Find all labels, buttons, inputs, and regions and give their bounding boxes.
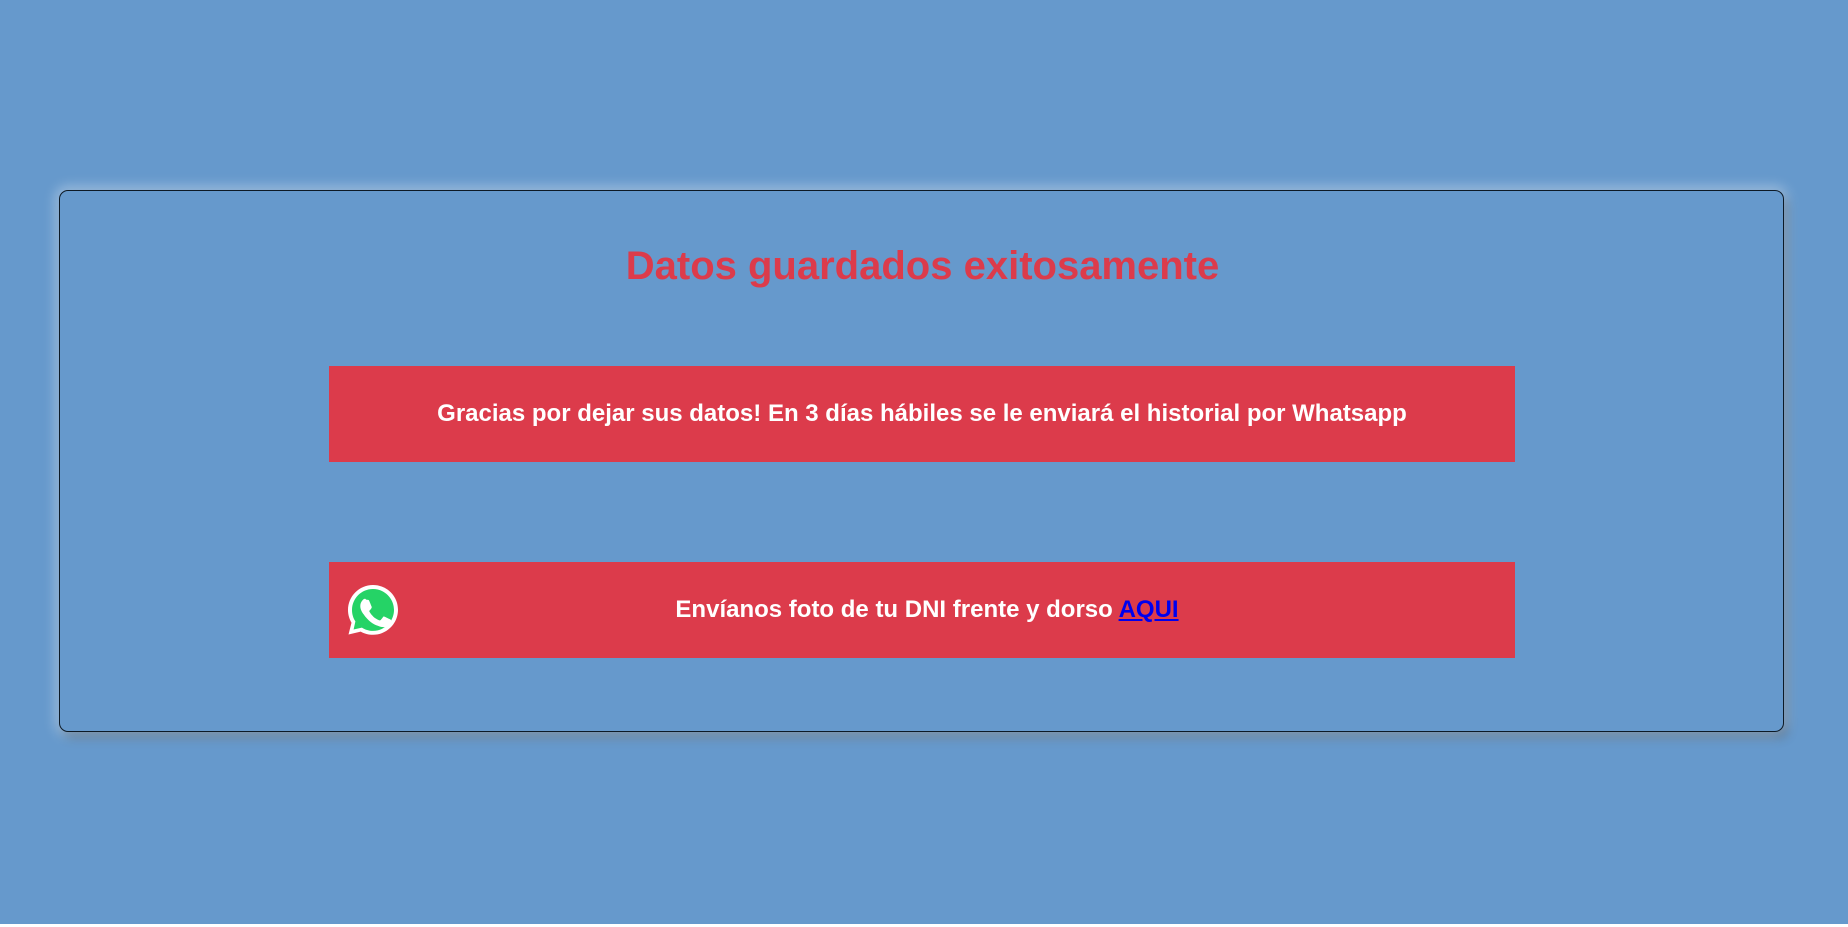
thanks-message: Gracias por dejar sus datos! En 3 días h… (437, 400, 1407, 427)
thanks-banner: Gracias por dejar sus datos! En 3 días h… (329, 366, 1515, 462)
dni-banner: Envíanos foto de tu DNI frente y dorso A… (329, 562, 1515, 658)
page-background: Datos guardados exitosamente Gracias por… (0, 0, 1848, 924)
dni-text: Envíanos foto de tu DNI frente y dorso (675, 596, 1113, 623)
page-title: Datos guardados exitosamente (625, 244, 1220, 288)
dni-message: Envíanos foto de tu DNI frente y dorso A… (665, 596, 1178, 624)
aqui-link[interactable]: AQUI (1119, 596, 1179, 623)
confirmation-card: Datos guardados exitosamente Gracias por… (59, 190, 1784, 732)
whatsapp-icon (345, 582, 401, 638)
